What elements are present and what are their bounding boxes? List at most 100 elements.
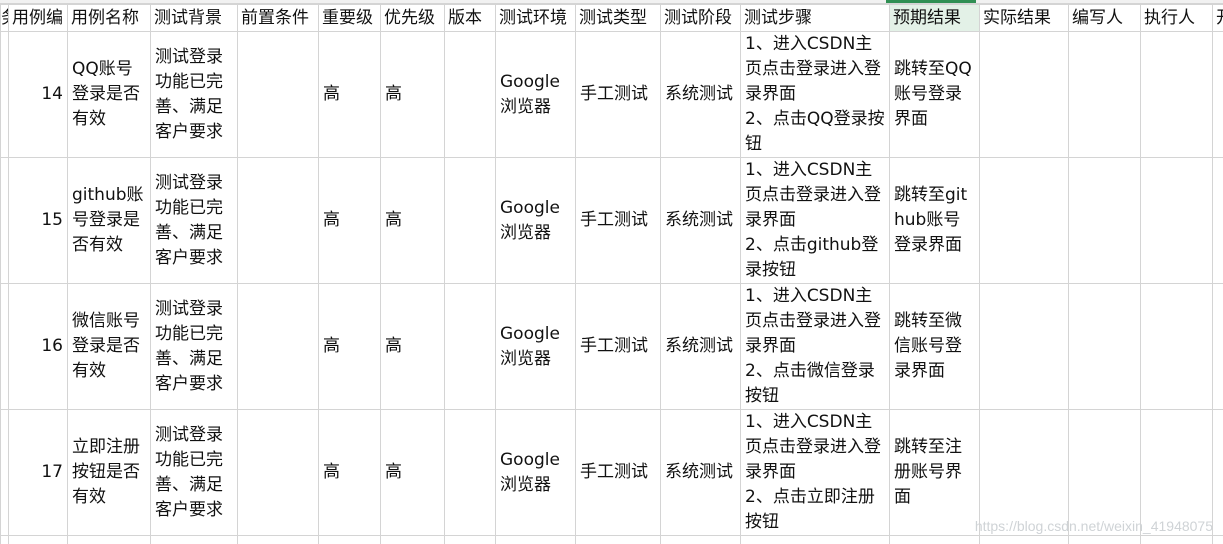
empty-cell[interactable] [979,535,1069,544]
cell-more[interactable] [1212,157,1223,284]
cell-test-type[interactable]: 手工测试 [575,31,661,158]
cell-priority[interactable]: 高 [380,157,445,284]
cell-importance[interactable]: 高 [318,409,381,536]
cell-case-name[interactable]: 微信账号登录是否有效 [67,283,151,410]
cell-writer[interactable] [1068,409,1141,536]
header-cell-version[interactable]: 版本 [444,4,496,32]
header-cell-more[interactable]: 开 [1212,4,1223,32]
cell-writer[interactable] [1068,283,1141,410]
cell-actual[interactable] [979,31,1069,158]
cell-environment[interactable]: Google浏览器 [495,157,576,284]
cell-steps[interactable]: 1、进入CSDN主页点击登录进入登录界面 2、点击微信登录按钮 [740,283,890,410]
cell-case-name[interactable]: github账号登录是否有效 [67,157,151,284]
cell-precondition[interactable] [237,157,319,284]
cell-actual[interactable] [979,283,1069,410]
cell-writer[interactable] [1068,157,1141,284]
cell-version[interactable] [444,283,496,410]
empty-cell[interactable] [150,535,238,544]
cell-importance[interactable]: 高 [318,157,381,284]
header-cell-expected[interactable]: 预期结果 [889,4,980,32]
empty-cell[interactable] [318,535,381,544]
cell-priority[interactable]: 高 [380,283,445,410]
cell-task[interactable] [0,409,9,536]
empty-cell[interactable] [575,535,661,544]
cell-writer[interactable] [1068,31,1141,158]
header-cell-writer[interactable]: 编写人 [1068,4,1141,32]
empty-cell[interactable] [1212,535,1223,544]
cell-background[interactable]: 测试登录功能已完善、满足客户要求 [150,31,238,158]
cell-expected[interactable]: 跳转至github账号登录界面 [889,157,980,284]
header-cell-case-name[interactable]: 用例名称 [67,4,151,32]
cell-test-stage[interactable]: 系统测试 [660,157,741,284]
header-cell-test-stage[interactable]: 测试阶段 [660,4,741,32]
cell-task[interactable] [0,283,9,410]
cell-background[interactable]: 测试登录功能已完善、满足客户要求 [150,409,238,536]
empty-cell[interactable] [444,535,496,544]
header-cell-actual[interactable]: 实际结果 [979,4,1069,32]
cell-executor[interactable] [1140,409,1213,536]
header-cell-task[interactable]: 务 [0,4,9,32]
cell-importance[interactable]: 高 [318,283,381,410]
cell-version[interactable] [444,157,496,284]
cell-precondition[interactable] [237,31,319,158]
cell-priority[interactable]: 高 [380,409,445,536]
cell-task[interactable] [0,157,9,284]
cell-environment[interactable]: Google浏览器 [495,283,576,410]
cell-priority[interactable]: 高 [380,31,445,158]
empty-cell[interactable] [8,535,68,544]
cell-test-type[interactable]: 手工测试 [575,283,661,410]
cell-environment[interactable]: Google浏览器 [495,31,576,158]
cell-more[interactable] [1212,31,1223,158]
cell-more[interactable] [1212,283,1223,410]
header-cell-executor[interactable]: 执行人 [1140,4,1213,32]
cell-version[interactable] [444,31,496,158]
cell-case-id[interactable]: 15 [8,157,68,284]
header-cell-background[interactable]: 测试背景 [150,4,238,32]
cell-actual[interactable] [979,157,1069,284]
cell-case-name[interactable]: 立即注册按钮是否有效 [67,409,151,536]
empty-cell[interactable] [0,535,9,544]
empty-cell[interactable] [1140,535,1213,544]
header-cell-case-id[interactable]: 用例编 [8,4,68,32]
cell-expected[interactable]: 跳转至微信账号登录界面 [889,283,980,410]
cell-steps[interactable]: 1、进入CSDN主页点击登录进入登录界面 2、点击立即注册按钮 [740,409,890,536]
cell-test-type[interactable]: 手工测试 [575,157,661,284]
empty-cell[interactable] [740,535,890,544]
cell-precondition[interactable] [237,409,319,536]
cell-version[interactable] [444,409,496,536]
cell-executor[interactable] [1140,31,1213,158]
cell-expected[interactable]: 跳转至注册账号界面 [889,409,980,536]
cell-test-stage[interactable]: 系统测试 [660,283,741,410]
cell-case-id[interactable]: 14 [8,31,68,158]
empty-cell[interactable] [889,535,980,544]
cell-test-stage[interactable]: 系统测试 [660,31,741,158]
header-cell-environment[interactable]: 测试环境 [495,4,576,32]
empty-cell[interactable] [380,535,445,544]
cell-task[interactable] [0,31,9,158]
header-cell-importance[interactable]: 重要级 [318,4,381,32]
cell-precondition[interactable] [237,283,319,410]
cell-background[interactable]: 测试登录功能已完善、满足客户要求 [150,157,238,284]
cell-steps[interactable]: 1、进入CSDN主页点击登录进入登录界面 2、点击github登录按钮 [740,157,890,284]
empty-cell[interactable] [67,535,151,544]
cell-more[interactable] [1212,409,1223,536]
cell-actual[interactable] [979,409,1069,536]
empty-cell[interactable] [495,535,576,544]
cell-executor[interactable] [1140,283,1213,410]
header-cell-steps[interactable]: 测试步骤 [740,4,890,32]
cell-case-id[interactable]: 17 [8,409,68,536]
cell-environment[interactable]: Google浏览器 [495,409,576,536]
cell-case-id[interactable]: 16 [8,283,68,410]
header-cell-precondition[interactable]: 前置条件 [237,4,319,32]
cell-test-type[interactable]: 手工测试 [575,409,661,536]
header-cell-test-type[interactable]: 测试类型 [575,4,661,32]
cell-background[interactable]: 测试登录功能已完善、满足客户要求 [150,283,238,410]
cell-steps[interactable]: 1、进入CSDN主页点击登录进入登录界面 2、点击QQ登录按钮 [740,31,890,158]
empty-cell[interactable] [237,535,319,544]
cell-case-name[interactable]: QQ账号登录是否有效 [67,31,151,158]
cell-expected[interactable]: 跳转至QQ账号登录界面 [889,31,980,158]
cell-importance[interactable]: 高 [318,31,381,158]
header-cell-priority[interactable]: 优先级 [380,4,445,32]
cell-test-stage[interactable]: 系统测试 [660,409,741,536]
empty-cell[interactable] [1068,535,1141,544]
